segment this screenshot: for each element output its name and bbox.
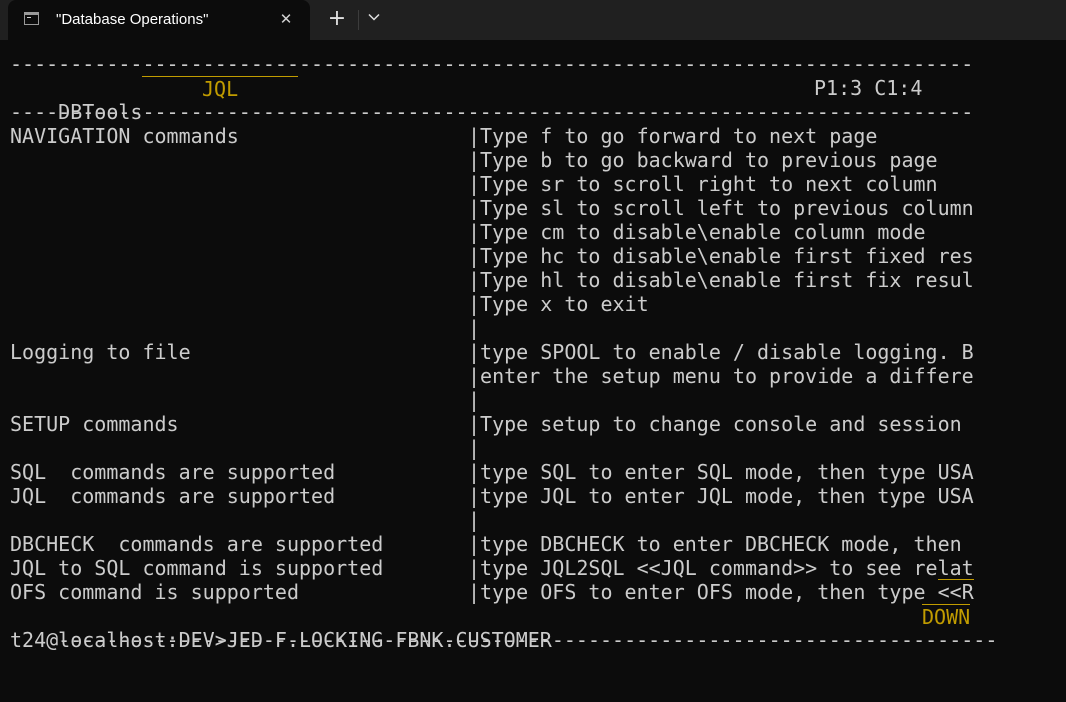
command-prompt[interactable]: t24@localhost:DEV>JED F.LOCKING FBNK.CUS… — [10, 628, 1060, 652]
table-row: Logging to file |type SPOOL to enable / d… — [10, 340, 1060, 364]
row-topic: JQL commands are supported — [10, 484, 336, 508]
mode-indicator: JQL — [142, 76, 298, 101]
table-row: | — [10, 508, 1060, 532]
table-row: SQL commands are supported |type SQL to e… — [10, 460, 1060, 484]
row-description: |Type sl to scroll left to previous colu… — [468, 196, 974, 220]
table-row: | — [10, 436, 1060, 460]
plus-icon[interactable]: + — [325, 7, 349, 31]
down-indicator: DOWN — [922, 604, 971, 629]
row-description-continued: <<R — [937, 579, 974, 604]
row-description: | — [468, 508, 481, 532]
row-description: |type SPOOL to enable / disable logging.… — [468, 340, 974, 364]
row-topic: NAVIGATION commands — [10, 124, 239, 148]
terminal-icon — [24, 12, 39, 25]
row-description: | — [468, 316, 481, 340]
row-description: | — [468, 436, 481, 460]
row-description: |Type b to go backward to previous page — [468, 148, 938, 172]
table-row: |Type hl to disable\enable first fix res… — [10, 268, 1060, 292]
mode-label: JQL — [202, 77, 239, 101]
table-row: |Type sl to scroll left to previous colu… — [10, 196, 1060, 220]
chevron-down-icon[interactable] — [363, 8, 385, 32]
table-row: |Type b to go backward to previous page — [10, 148, 1060, 172]
row-topic: Logging to file — [10, 340, 191, 364]
row-description: |type OFS to enter OFS mode, then type — [468, 580, 938, 604]
header-line: DBTools JQL P1:3 C1:4 — [10, 76, 1060, 124]
row-description: | — [468, 388, 481, 412]
table-row: |Type cm to disable\enable column mode — [10, 220, 1060, 244]
close-icon[interactable]: ✕ — [276, 9, 296, 29]
table-row: OFS command is supported |type OFS to ent… — [10, 579, 1060, 604]
separator-mid: ----------------------------------------… — [10, 100, 974, 124]
tab-database-operations[interactable]: "Database Operations" ✕ — [8, 0, 310, 40]
table-row: |Type hc to disable\enable first fixed r… — [10, 244, 1060, 268]
row-topic: SETUP commands — [10, 412, 179, 436]
row-description: |Type sr to scroll right to next column — [468, 172, 938, 196]
table-row: |Type x to exit — [10, 292, 1060, 316]
table-row: SETUP commands |Type setup to change cons… — [10, 412, 1060, 436]
tab-title: "Database Operations" — [56, 11, 209, 28]
row-description: |type SQL to enter SQL mode, then type U… — [468, 460, 974, 484]
row-topic: OFS command is supported — [10, 580, 299, 604]
table-row: | — [10, 388, 1060, 412]
separator-top: ----------------------------------------… — [10, 52, 974, 76]
table-row: JQL to SQL command is supported |type JQL… — [10, 556, 1060, 580]
row-description: |Type cm to disable\enable column mode — [468, 220, 926, 244]
row-description: |Type setup to change console and sessio… — [468, 412, 962, 436]
row-description: |enter the setup menu to provide a diffe… — [468, 364, 974, 388]
row-topic: DBCHECK commands are supported — [10, 532, 384, 556]
row-topic: JQL to SQL command is supported — [10, 556, 384, 580]
title-bar: "Database Operations" ✕ + — [0, 0, 1066, 40]
table-row: NAVIGATION commands |Type f to go forward… — [10, 124, 1060, 148]
row-description: |type JQL to enter JQL mode, then type U… — [468, 484, 974, 508]
table-row: DBCHECK commands are supported |type DBCH… — [10, 532, 1060, 556]
tab-divider — [358, 10, 359, 30]
row-topic: SQL commands are supported — [10, 460, 336, 484]
terminal-output[interactable]: ----------------------------------------… — [10, 52, 1060, 652]
table-row: |Type sr to scroll right to next column — [10, 172, 1060, 196]
help-table: NAVIGATION commands |Type f to go forward… — [10, 124, 1060, 604]
table-row: |enter the setup menu to provide a diffe… — [10, 364, 1060, 388]
row-description: |type DBCHECK to enter DBCHECK mode, the… — [468, 532, 962, 556]
page-column-position: P1:3 C1:4 — [814, 76, 923, 100]
row-description: |type JQL2SQL <<JQL command>> to see rel… — [468, 556, 974, 580]
footer-line: ----------------------------------------… — [10, 604, 1060, 652]
row-description: |Type hc to disable\enable first fixed r… — [468, 244, 974, 268]
table-row: JQL commands are supported |type JQL to e… — [10, 484, 1060, 508]
row-description: |Type f to go forward to next page — [468, 124, 878, 148]
row-description: |Type hl to disable\enable first fix res… — [468, 268, 974, 292]
table-row: | — [10, 316, 1060, 340]
row-description: |Type x to exit — [468, 292, 649, 316]
